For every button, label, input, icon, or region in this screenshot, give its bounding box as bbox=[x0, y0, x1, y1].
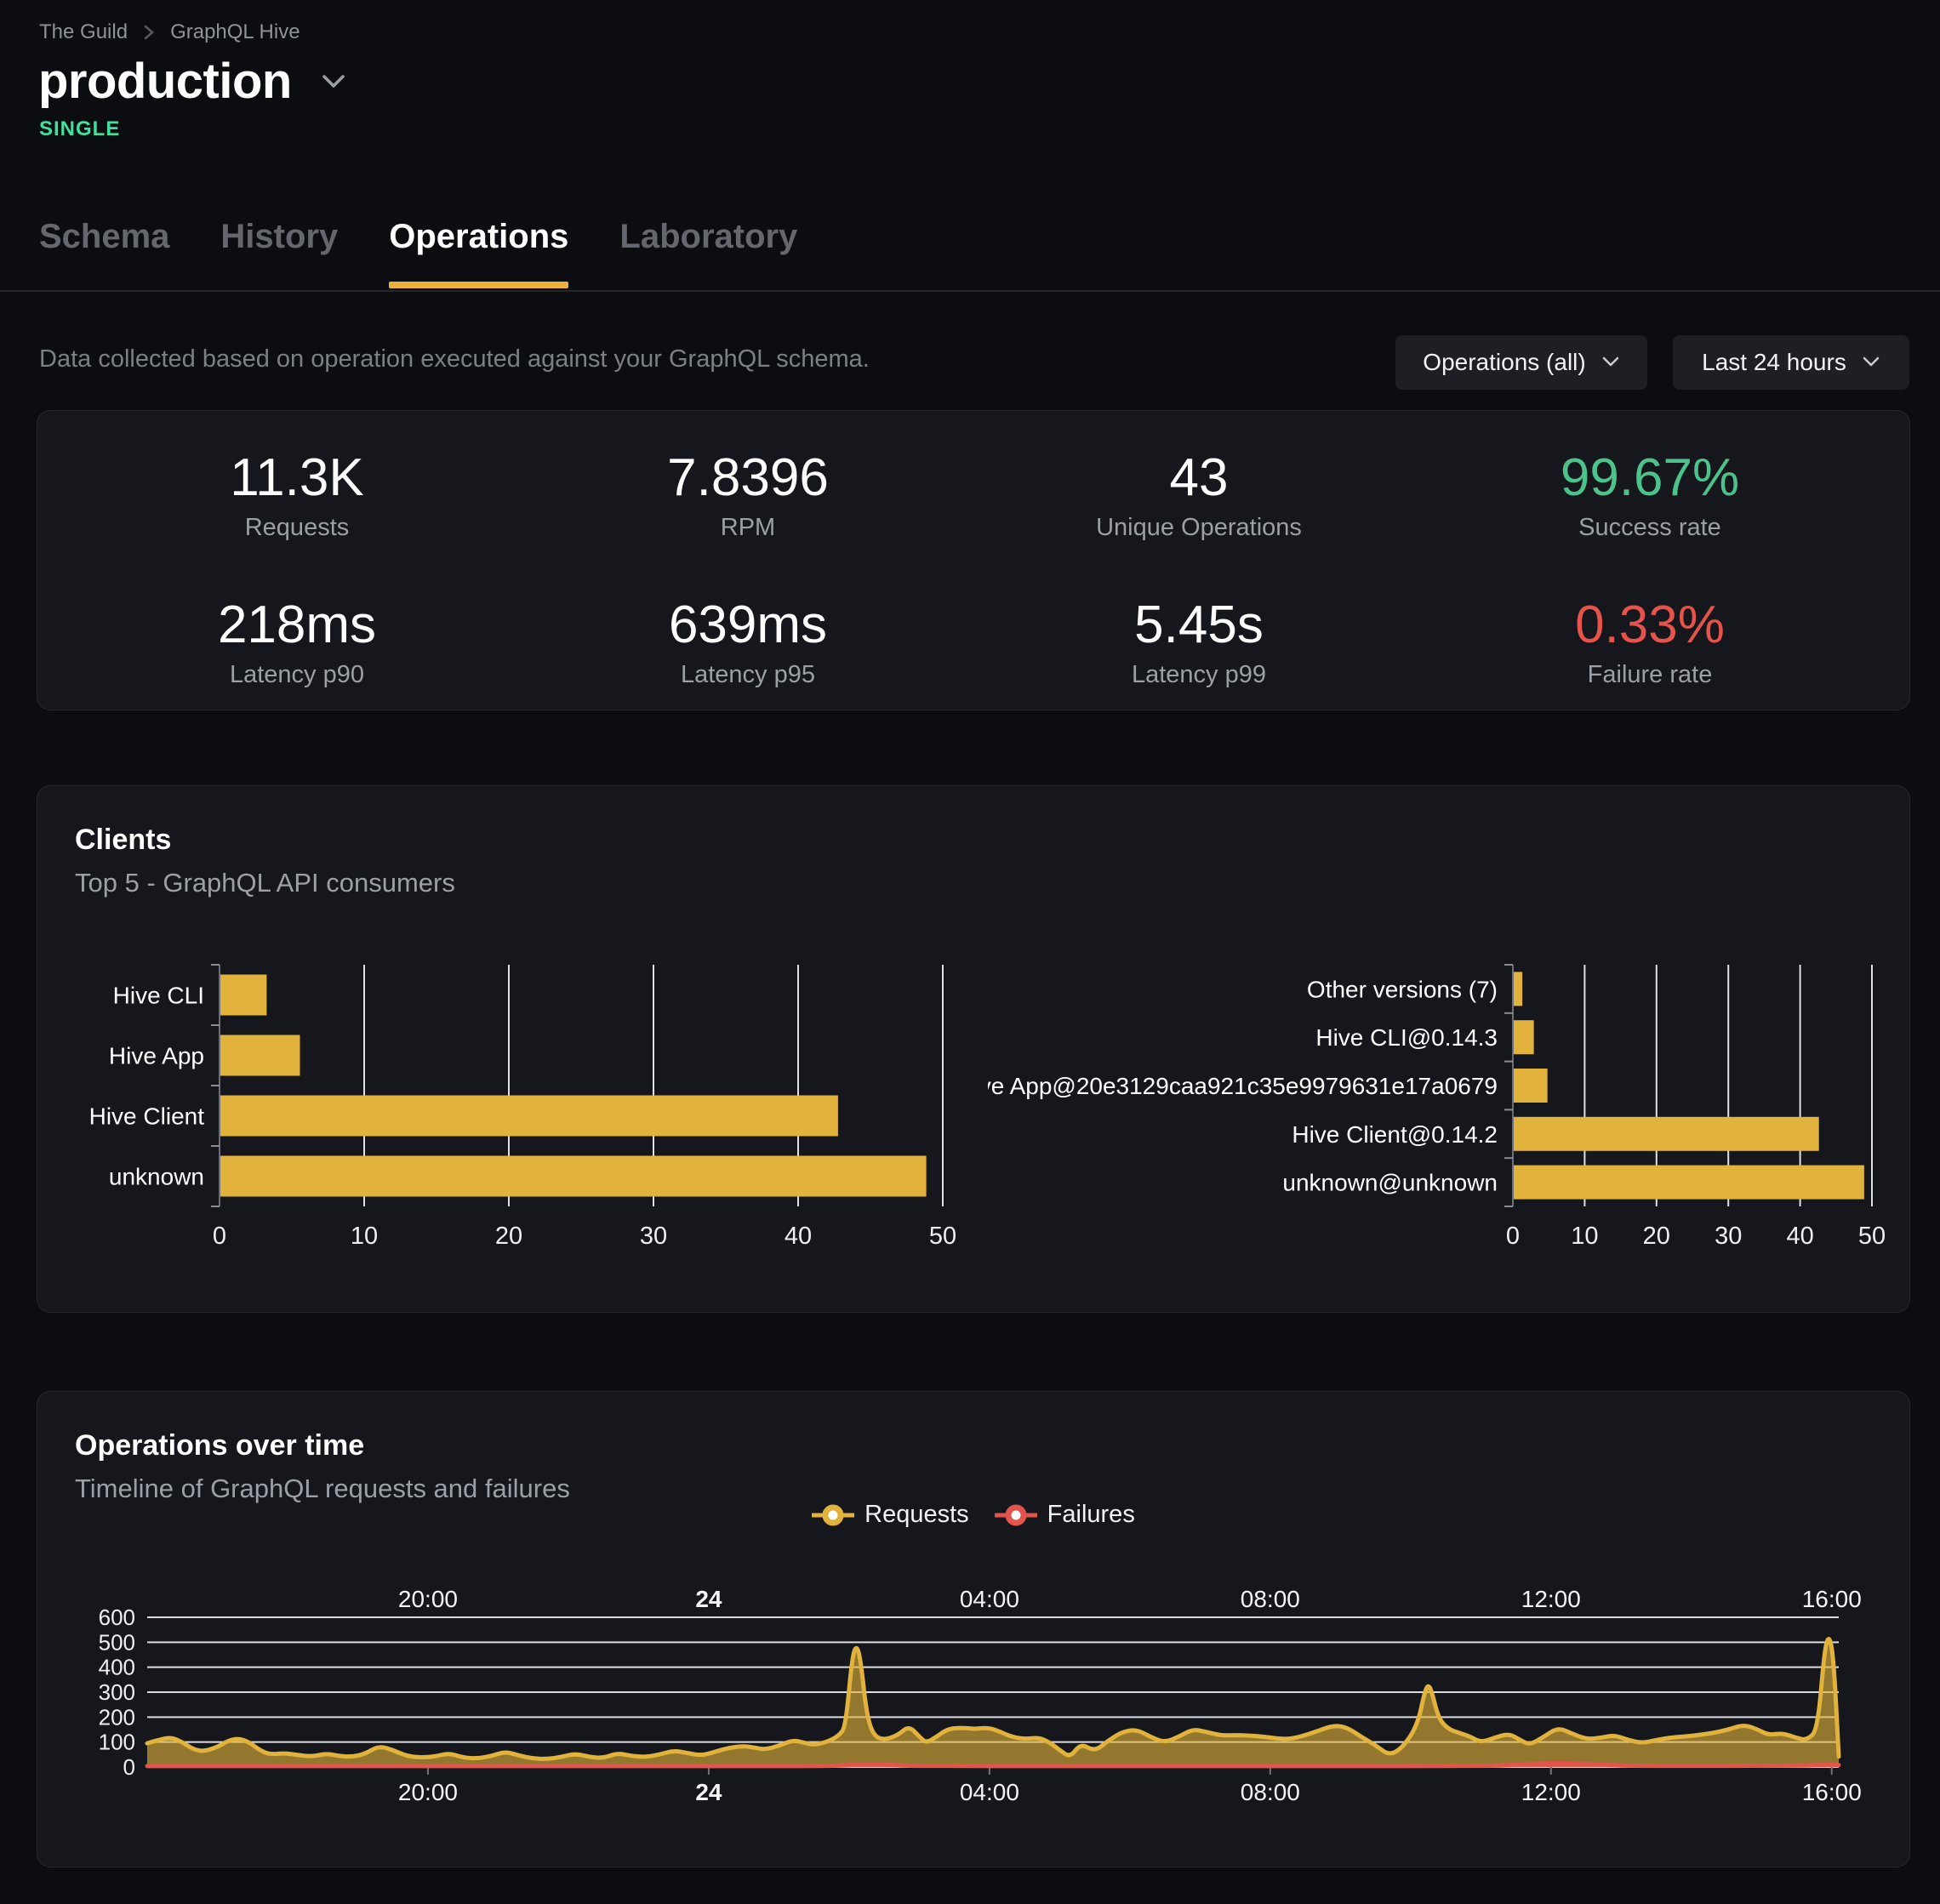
svg-text:10: 10 bbox=[1571, 1223, 1598, 1250]
svg-text:30: 30 bbox=[1715, 1223, 1742, 1250]
period-filter-button[interactable]: Last 24 hours bbox=[1673, 335, 1909, 390]
stat-unique-operations: 43 Unique Operations bbox=[973, 450, 1424, 563]
bar-Hive Client bbox=[220, 1096, 838, 1137]
stat-rpm: 7.8396 RPM bbox=[522, 450, 973, 563]
tab-bar-divider bbox=[0, 290, 1940, 292]
svg-text:Hive Client: Hive Client bbox=[89, 1103, 205, 1130]
stat-latency-p95: 639ms Latency p95 bbox=[522, 597, 973, 710]
clients-by-name-svg: 0 10 20 30 40 50 Hive CLI Hive App Hive Client un… bbox=[40, 945, 984, 1285]
bar-Hive App bbox=[220, 1035, 300, 1076]
operations-filter-label: Operations (all) bbox=[1423, 349, 1585, 376]
chevron-right-icon bbox=[141, 22, 157, 43]
svg-text:0: 0 bbox=[1506, 1223, 1520, 1250]
operations-over-time-svg: 0100200300400500600 20:00 20:00 24 24 04:00 04… bbox=[40, 1558, 1878, 1838]
operations-over-time-card: Operations over time Timeline of GraphQL… bbox=[37, 1391, 1910, 1867]
stat-latency-p99: 5.45s Latency p99 bbox=[973, 597, 1424, 710]
svg-text:400: 400 bbox=[99, 1655, 135, 1680]
clients-by-name-chart: 0 10 20 30 40 50 Hive CLI Hive App Hive Client un… bbox=[40, 945, 984, 1285]
target-title-row: production bbox=[38, 53, 346, 110]
stat-failure-rate: 0.33% Failure rate bbox=[1424, 597, 1875, 710]
tab-history[interactable]: History bbox=[220, 218, 338, 288]
svg-text:20:00: 20:00 bbox=[398, 1586, 458, 1612]
clients-by-version-chart: 0 10 20 30 40 50 Other versions (7) Hive CLI@0.… bbox=[988, 945, 1911, 1285]
clients-card: Clients Top 5 - GraphQL API consumers 0 1… bbox=[37, 785, 1910, 1313]
svg-text:40: 40 bbox=[785, 1223, 812, 1250]
svg-text:24: 24 bbox=[695, 1779, 722, 1805]
breadcrumb: The Guild GraphQL Hive bbox=[39, 20, 300, 44]
svg-text:Hive CLI: Hive CLI bbox=[113, 983, 204, 1009]
svg-text:Hive App: Hive App bbox=[109, 1043, 204, 1069]
svg-text:20: 20 bbox=[495, 1223, 522, 1250]
operations-timeline-chart: 0100200300400500600 20:00 20:00 24 24 04:00 04… bbox=[40, 1558, 1878, 1838]
stat-success-rate: 99.67% Success rate bbox=[1424, 450, 1875, 563]
operations-filter-button[interactable]: Operations (all) bbox=[1395, 335, 1647, 390]
svg-text:200: 200 bbox=[99, 1704, 135, 1730]
stats-panel: 11.3K Requests 7.8396 RPM 43 Unique Oper… bbox=[37, 410, 1910, 710]
chevron-down-icon bbox=[1862, 356, 1880, 369]
chart-legend: Requests Failures bbox=[37, 1501, 1909, 1529]
bar-Other versions (7) bbox=[1514, 972, 1522, 1006]
clients-card-subtitle: Top 5 - GraphQL API consumers bbox=[75, 868, 455, 898]
svg-text:20:00: 20:00 bbox=[398, 1779, 458, 1805]
target-selector-chevron-down-icon[interactable] bbox=[321, 72, 346, 91]
svg-text:10: 10 bbox=[351, 1223, 378, 1250]
svg-text:50: 50 bbox=[1858, 1223, 1886, 1250]
requests-legend-marker-icon bbox=[812, 1504, 854, 1526]
svg-text:0: 0 bbox=[123, 1754, 135, 1780]
svg-text:04:00: 04:00 bbox=[960, 1586, 1019, 1612]
tab-operations[interactable]: Operations bbox=[389, 218, 568, 288]
tab-bar: Schema History Operations Laboratory bbox=[39, 218, 797, 288]
svg-text:Hive CLI@0.14.3: Hive CLI@0.14.3 bbox=[1315, 1024, 1498, 1051]
tab-laboratory[interactable]: Laboratory bbox=[619, 218, 797, 288]
stat-latency-p90: 218ms Latency p90 bbox=[71, 597, 522, 710]
svg-text:20: 20 bbox=[1643, 1223, 1670, 1250]
svg-text:unknown: unknown bbox=[109, 1164, 204, 1190]
svg-text:300: 300 bbox=[99, 1679, 135, 1705]
svg-text:08:00: 08:00 bbox=[1241, 1586, 1300, 1612]
svg-text:16:00: 16:00 bbox=[1802, 1586, 1862, 1612]
svg-text:100: 100 bbox=[99, 1730, 135, 1755]
stat-requests: 11.3K Requests bbox=[71, 450, 522, 563]
chevron-down-icon bbox=[1601, 356, 1620, 369]
svg-text:30: 30 bbox=[640, 1223, 667, 1250]
graphql-hive-operations-page: The Guild GraphQL Hive production SINGLE… bbox=[0, 0, 1940, 1904]
failures-legend-marker-icon bbox=[995, 1504, 1037, 1526]
page-title: production bbox=[38, 53, 292, 110]
svg-text:04:00: 04:00 bbox=[960, 1779, 1019, 1805]
target-type-badge: SINGLE bbox=[39, 117, 120, 141]
svg-text:08:00: 08:00 bbox=[1241, 1779, 1300, 1805]
breadcrumb-project-link[interactable]: GraphQL Hive bbox=[170, 20, 300, 44]
requests-area bbox=[147, 1639, 1839, 1767]
page-description: Data collected based on operation execut… bbox=[39, 344, 870, 374]
ops-card-subtitle: Timeline of GraphQL requests and failure… bbox=[75, 1474, 570, 1504]
svg-text:16:00: 16:00 bbox=[1802, 1779, 1862, 1805]
legend-item-requests[interactable]: Requests bbox=[812, 1501, 969, 1529]
svg-text:unknown@unknown: unknown@unknown bbox=[1282, 1170, 1498, 1196]
svg-text:40: 40 bbox=[1786, 1223, 1813, 1250]
svg-text:Hive Client@0.14.2: Hive Client@0.14.2 bbox=[1292, 1121, 1498, 1148]
bar-unknown bbox=[220, 1156, 927, 1197]
svg-text:0: 0 bbox=[213, 1223, 226, 1250]
bar-unknown@unknown bbox=[1514, 1166, 1864, 1200]
bar-Hive App@20e3129caa921c35e9979631e17a0679 bbox=[1514, 1069, 1548, 1103]
ops-card-title: Operations over time bbox=[75, 1429, 364, 1462]
legend-item-failures[interactable]: Failures bbox=[995, 1501, 1135, 1529]
svg-text:600: 600 bbox=[99, 1605, 135, 1630]
svg-text:24: 24 bbox=[695, 1586, 722, 1612]
tab-schema[interactable]: Schema bbox=[39, 218, 169, 288]
bar-Hive CLI bbox=[220, 975, 266, 1016]
breadcrumb-org-link[interactable]: The Guild bbox=[39, 20, 128, 44]
svg-text:12:00: 12:00 bbox=[1521, 1779, 1581, 1805]
svg-text:12:00: 12:00 bbox=[1521, 1586, 1581, 1612]
svg-text:Hive App@20e3129caa921c35e9979: Hive App@20e3129caa921c35e9979631e17a067… bbox=[988, 1073, 1498, 1099]
bar-Hive Client@0.14.2 bbox=[1514, 1117, 1819, 1151]
clients-by-version-svg: 0 10 20 30 40 50 Other versions (7) Hive CLI@0.… bbox=[988, 945, 1911, 1285]
clients-card-title: Clients bbox=[75, 824, 171, 857]
period-filter-label: Last 24 hours bbox=[1702, 349, 1846, 376]
svg-text:50: 50 bbox=[929, 1223, 956, 1250]
svg-text:500: 500 bbox=[99, 1629, 135, 1655]
bar-Hive CLI@0.14.3 bbox=[1514, 1020, 1534, 1054]
svg-text:Other versions (7): Other versions (7) bbox=[1307, 976, 1498, 1002]
